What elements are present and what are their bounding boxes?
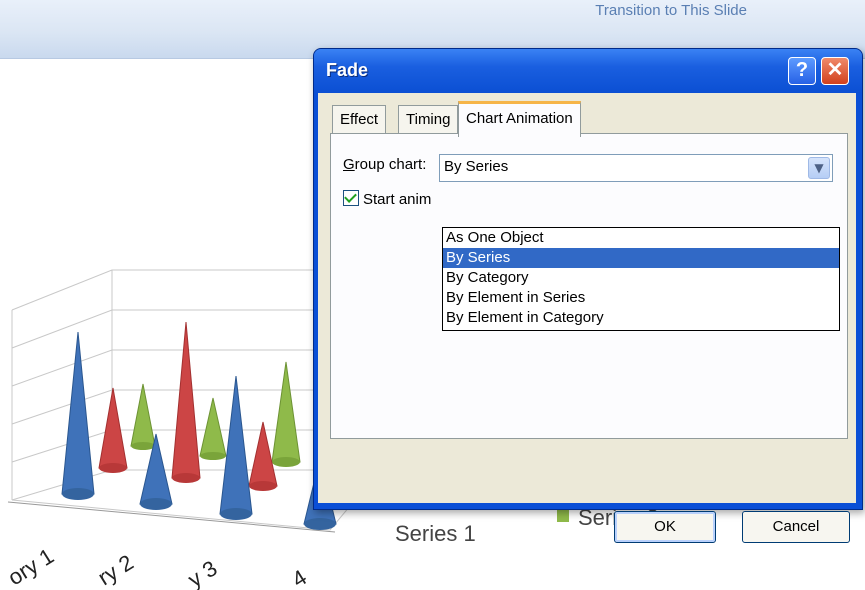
legend-series3-swatch xyxy=(557,510,569,522)
cone-series1-cat1 xyxy=(61,331,95,495)
dialog-title: Fade xyxy=(326,60,369,80)
ribbon-label[interactable]: Transition to This Slide xyxy=(595,2,747,19)
category-label-2: ry 2 xyxy=(93,550,137,590)
tab-effect[interactable]: Effect xyxy=(332,105,387,134)
dropdown-option-by-category[interactable]: By Category xyxy=(443,268,839,288)
cone-series1-cat3 xyxy=(219,375,253,515)
cone-series2-cat2 xyxy=(171,321,201,479)
dialog-titlebar[interactable]: Fade ? ✕ xyxy=(314,49,862,93)
start-animation-label: Start anim xyxy=(363,191,432,208)
group-chart-value: By Series xyxy=(444,158,509,175)
dropdown-option-by-element-in-series[interactable]: By Element in Series xyxy=(443,288,839,308)
fade-dialog: Fade ? ✕ Effect Timing Chart Animation G… xyxy=(313,48,863,543)
group-chart-select[interactable]: By Series ▼ xyxy=(439,154,833,182)
dropdown-option-by-series[interactable]: By Series xyxy=(443,248,839,268)
start-animation-row[interactable]: Start anim xyxy=(343,190,431,208)
category-label-3: y 3 xyxy=(183,555,221,590)
cancel-button[interactable]: Cancel xyxy=(742,511,850,543)
category-label-1: ory 1 xyxy=(3,543,58,590)
dialog-client-area: Effect Timing Chart Animation Group char… xyxy=(318,93,856,543)
dropdown-option-by-element-in-category[interactable]: By Element in Category xyxy=(443,308,839,328)
start-animation-checkbox[interactable] xyxy=(343,190,359,206)
help-button[interactable]: ? xyxy=(788,57,816,85)
ok-button[interactable]: OK xyxy=(614,511,716,543)
cone-series3-cat3 xyxy=(271,361,301,463)
group-chart-accelerator: G xyxy=(343,156,355,173)
tab-chart-animation[interactable]: Chart Animation xyxy=(458,101,581,137)
chevron-down-icon[interactable]: ▼ xyxy=(808,157,830,179)
category-label-4: 4 xyxy=(287,565,311,590)
dropdown-option-as-one-object[interactable]: As One Object xyxy=(443,228,839,248)
group-chart-dropdown-list: As One Object By Series By Category By E… xyxy=(442,227,840,331)
cone-series3-cat1 xyxy=(130,383,156,447)
legend-series1: Series 1 xyxy=(395,521,476,546)
tab-timing[interactable]: Timing xyxy=(398,105,459,134)
close-button[interactable]: ✕ xyxy=(821,57,849,85)
cone-series3-cat2 xyxy=(199,397,227,457)
cone-series2-cat1 xyxy=(98,387,128,469)
group-chart-label: Group chart: xyxy=(343,156,426,173)
group-chart-label-text: roup chart: xyxy=(354,156,427,173)
